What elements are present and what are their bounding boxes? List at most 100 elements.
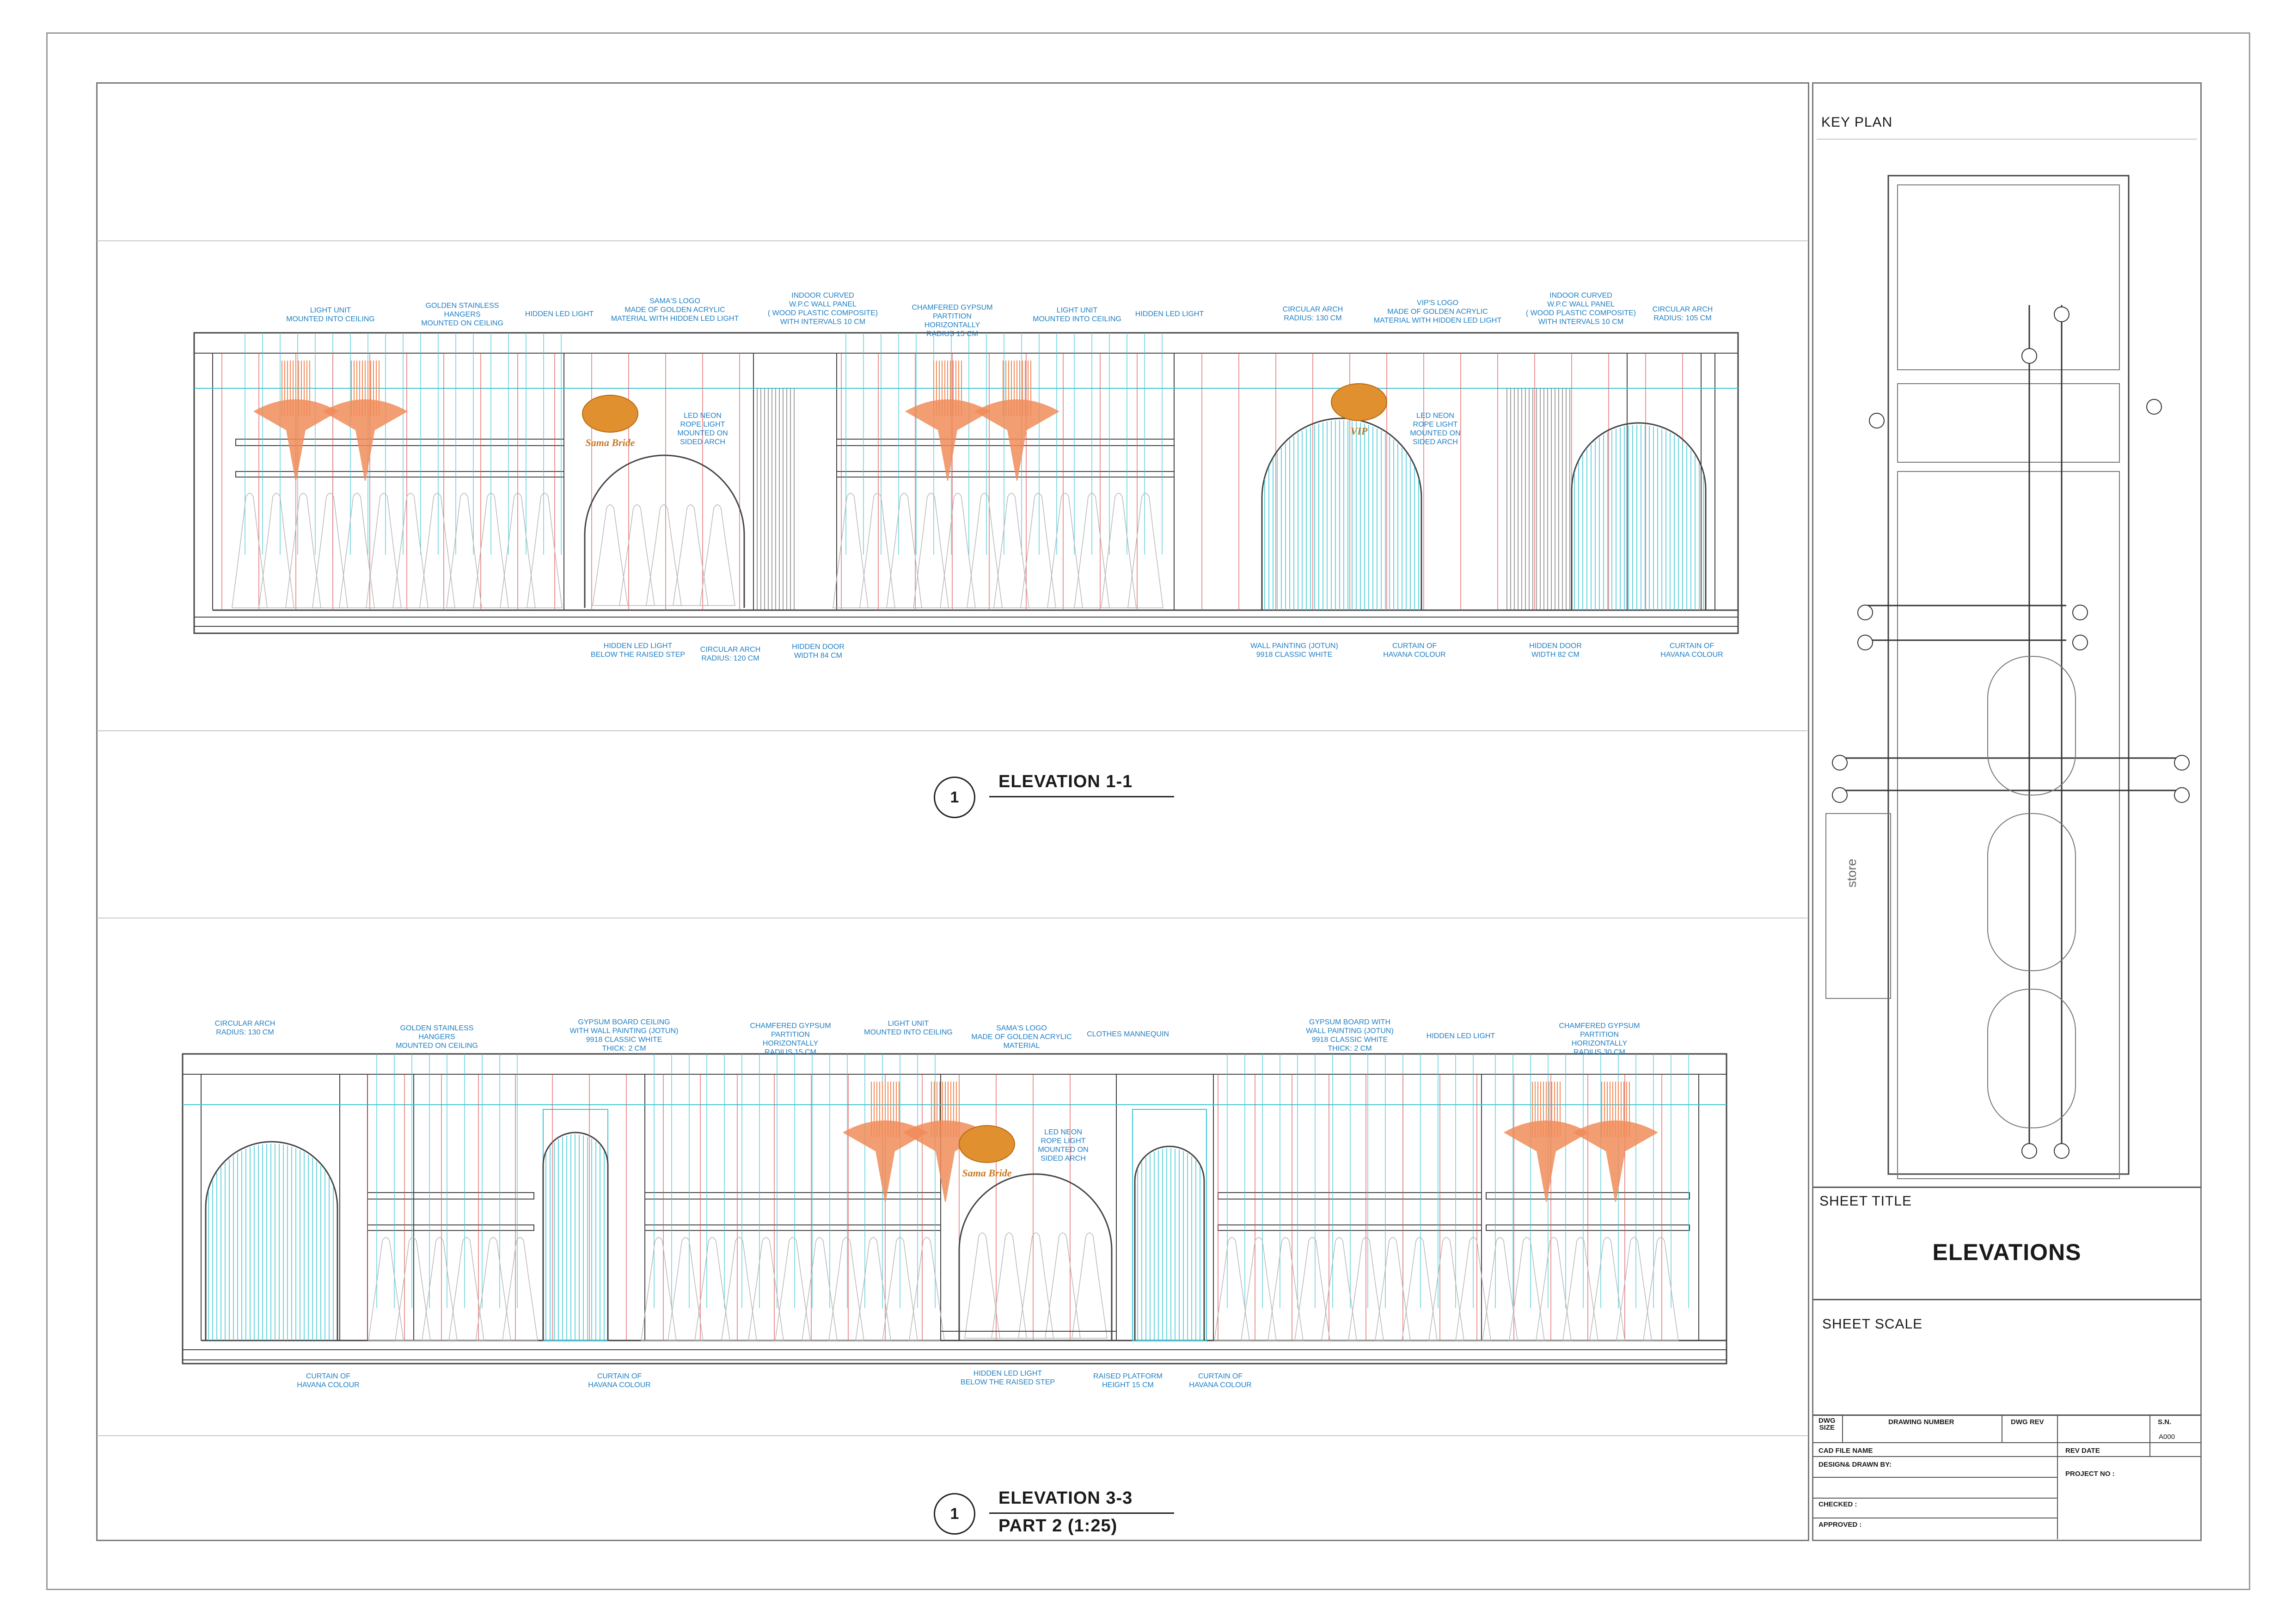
note-wpc-panel: INDOOR CURVED W.P.C WALL PANEL ( WOOD PL…	[767, 292, 878, 326]
base-slab	[182, 1349, 1727, 1360]
dress-outline	[964, 1232, 1000, 1339]
section-marker	[2146, 399, 2162, 415]
note-led-neon-2: LED NEON ROPE LIGHT MOUNTED ON SIDED ARC…	[1410, 412, 1461, 446]
section-marker	[2021, 1143, 2037, 1159]
hanging-rail	[367, 1224, 534, 1231]
vip-logo	[1331, 383, 1387, 421]
tb-checked: CHECKED :	[1818, 1500, 1857, 1508]
section-marker	[2174, 787, 2190, 803]
section-marker	[2072, 635, 2088, 650]
dress-outline	[1482, 1237, 1518, 1341]
sama-logo	[582, 395, 638, 433]
dress-outline	[859, 493, 895, 608]
note-clothes-mannequin: CLOTHES MANNEQUIN	[1087, 1030, 1169, 1038]
dress-outline	[502, 1237, 538, 1341]
dress-outline	[446, 493, 482, 608]
store-label: store	[1844, 858, 1859, 888]
plan-room-store	[1825, 813, 1891, 999]
note-curtain-b3: CURTAIN OF HAVANA COLOUR	[1189, 1372, 1252, 1389]
chandelier-4	[974, 399, 1060, 481]
note-circular-arch-130: CIRCULAR ARCH RADIUS: 130 CM	[1282, 306, 1343, 322]
note-vip-logo: VIP'S LOGO MADE OF GOLDEN ACRYLIC MATERI…	[1373, 299, 1502, 324]
dress-outline	[721, 1237, 757, 1341]
dress-outline	[667, 1237, 704, 1341]
note-led-neon-1: LED NEON ROPE LIGHT MOUNTED ON SIDED ARC…	[677, 412, 728, 446]
sheet-scale-label: SHEET SCALE	[1822, 1316, 1923, 1332]
dress-outline	[258, 493, 294, 608]
note-sama-logo: SAMA'S LOGO MADE OF GOLDEN ACRYLIC MATER…	[611, 297, 739, 323]
note-circular-arch-130-b: CIRCULAR ARCH RADIUS: 130 CM	[214, 1020, 276, 1036]
note-curtain-1: CURTAIN OF HAVANA COLOUR	[1383, 642, 1446, 659]
note-gypsum-ceiling: GYPSUM BOARD CEILING WITH WALL PAINTING …	[569, 1018, 679, 1053]
dress-outline	[1536, 1237, 1572, 1341]
plan-outline	[1887, 175, 2130, 1175]
dress-outline	[1562, 1237, 1598, 1341]
chandelier-2	[322, 399, 408, 481]
elevation-1-1-drawing: Sama Bride VIP	[193, 332, 1739, 634]
dress-outline	[1643, 1237, 1679, 1341]
dress-outline	[232, 493, 268, 608]
vip-logo-text: VIP	[1351, 425, 1368, 437]
note-curtain-b2: CURTAIN OF HAVANA COLOUR	[588, 1372, 651, 1389]
elevation-1-1-number: 1	[934, 777, 975, 818]
base-slab	[194, 617, 1739, 627]
note-sama-logo-b: SAMA'S LOGO MADE OF GOLDEN ACRYLIC MATER…	[971, 1024, 1072, 1050]
dress-outline	[1616, 1237, 1652, 1341]
dress-outline	[828, 1237, 864, 1341]
dress-outline	[1267, 1237, 1304, 1341]
dress-outline	[1241, 1237, 1277, 1341]
hanging-rail	[836, 471, 1175, 477]
note-chamfered-partition-30: CHAMFERED GYPSUM PARTITION HORIZONTALLY …	[1559, 1022, 1640, 1056]
dress-outline	[1214, 1237, 1250, 1341]
elevation-3-3-drawing: Sama Bride	[182, 1053, 1727, 1365]
hanging-rail	[367, 1192, 534, 1200]
chandelier-8	[1573, 1120, 1659, 1202]
dress-outline	[1294, 1237, 1330, 1341]
note-hidden-door-84: HIDDEN DOOR WIDTH 84 CM	[792, 643, 845, 660]
tb-project-no: PROJECT NO :	[2065, 1470, 2115, 1478]
arch-sama	[584, 454, 745, 608]
arch-curtain-2	[1134, 1145, 1205, 1340]
dress-outline	[368, 1237, 404, 1341]
tb-rev-date: REV DATE	[2065, 1447, 2100, 1455]
dress-outline	[967, 493, 1003, 608]
dress-outline	[1375, 1237, 1411, 1341]
dress-outline	[909, 1237, 945, 1341]
note-curtain-2: CURTAIN OF HAVANA COLOUR	[1660, 642, 1723, 659]
dress-outline	[312, 493, 348, 608]
dress-outline	[1428, 1237, 1464, 1341]
dress-outline	[1509, 1237, 1545, 1341]
section-marker	[1857, 635, 1873, 650]
dress-outline	[913, 493, 949, 608]
elevation-1-1-title: ELEVATION 1-1	[998, 772, 1133, 791]
elevation-3-3-number: 1	[934, 1493, 975, 1535]
dress-outline	[641, 1237, 677, 1341]
dress-outline	[419, 493, 455, 608]
key-plan-label: KEY PLAN	[1821, 115, 1893, 130]
plan-room-entry	[1897, 184, 2120, 370]
tb-dwg-size: DWG SIZE	[1818, 1417, 1836, 1432]
note-chamfered-partition-b: CHAMFERED GYPSUM PARTITION HORIZONTALLY …	[750, 1022, 831, 1056]
dress-outline	[392, 493, 429, 608]
note-hidden-led-step-b: HIDDEN LED LIGHT BELOW THE RAISED STEP	[960, 1370, 1055, 1386]
note-light-unit: LIGHT UNIT MOUNTED INTO CEILING	[286, 306, 375, 323]
sama-logo-b	[959, 1125, 1015, 1163]
dress-outline	[475, 1237, 511, 1341]
note-circular-arch-105: CIRCULAR ARCH RADIUS: 105 CM	[1652, 306, 1713, 322]
sama-logo-b-text: Sama Bride	[962, 1167, 1012, 1179]
sheet-title-label: SHEET TITLE	[1819, 1194, 1912, 1209]
tb-drawing-number: DRAWING NUMBER	[1888, 1418, 1954, 1426]
key-plan-drawing	[1825, 175, 2190, 1179]
section-marker	[2054, 306, 2069, 322]
plan-room-fitting	[1897, 383, 2120, 463]
curtain-panel	[1132, 1109, 1207, 1341]
dress-outline	[993, 493, 1029, 608]
dress-outline	[366, 493, 402, 608]
dress-outline	[339, 493, 375, 608]
hanging-rail	[1218, 1192, 1482, 1200]
dress-outline	[1321, 1237, 1357, 1341]
dress-outline	[619, 504, 655, 606]
section-marker	[1832, 787, 1848, 803]
dress-outline	[775, 1237, 811, 1341]
arch-sama-b	[958, 1173, 1113, 1340]
